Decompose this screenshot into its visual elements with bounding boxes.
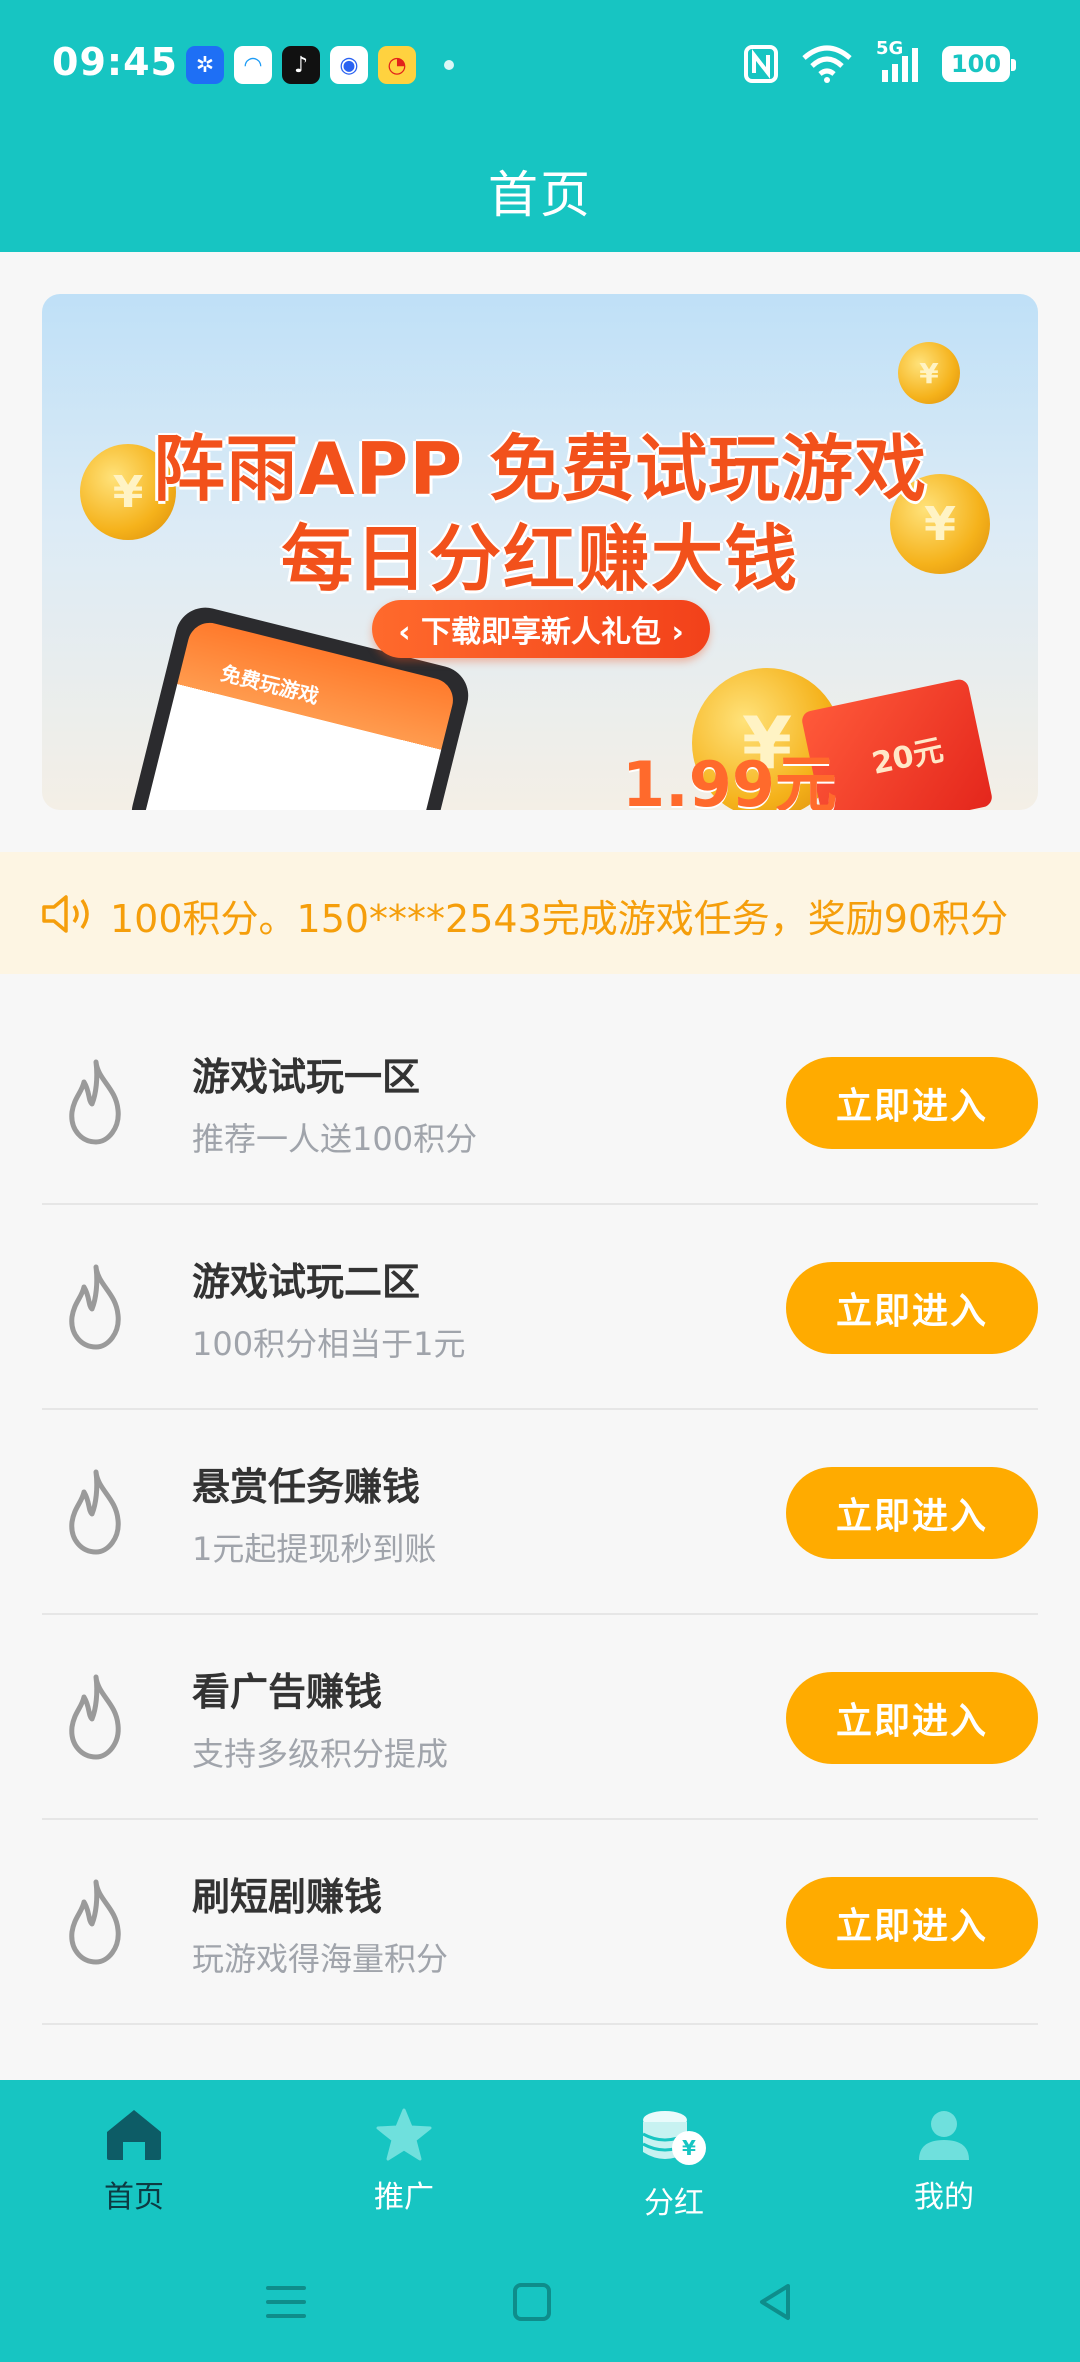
enter-button[interactable]: 立即进入 (786, 1262, 1038, 1354)
banner-amount: 1.99元 (622, 748, 837, 810)
home-icon (107, 2110, 161, 2160)
bottom-tab-bar: 首页 推广 ¥ 分红 我的 (0, 2080, 1080, 2362)
weibo-app-icon: ◔ (378, 46, 416, 84)
notification-dot (444, 60, 454, 70)
item-subtitle: 支持多级积分提成 (192, 1735, 449, 1773)
earning-list: 游戏试玩一区 推荐一人送100积分 立即进入 游戏试玩二区 100积分相当于1元… (42, 1000, 1038, 2025)
svg-text:¥: ¥ (682, 2136, 696, 2160)
tab-mine[interactable]: 我的 (844, 2108, 1044, 2258)
enter-button[interactable]: 立即进入 (786, 1672, 1038, 1764)
download-gift-pill[interactable]: ‹ 下载即享新人礼包 › (372, 600, 710, 658)
item-title: 刷短剧赚钱 (192, 1875, 383, 1919)
pinwheel-app-icon: ✲ (186, 46, 224, 84)
tab-home[interactable]: 首页 (34, 2108, 234, 2258)
tab-label: 分红 (644, 2186, 704, 2221)
qq-app-icon: ◠ (234, 46, 272, 84)
nfc-icon (744, 45, 778, 83)
enter-button[interactable]: 立即进入 (786, 1057, 1038, 1149)
status-time: 09:45 (52, 40, 178, 84)
fire-icon (69, 1059, 121, 1145)
promo-banner[interactable]: ¥ ¥ ¥ ¥ 20元 1.99元 免费玩游戏 阵雨APP 免费试玩游戏 每日分… (42, 294, 1038, 810)
item-title: 游戏试玩一区 (192, 1055, 421, 1099)
star-icon (376, 2108, 432, 2161)
wifi-icon (802, 45, 852, 83)
signal-5g-icon: 5G (876, 38, 920, 84)
item-subtitle: 1元起提现秒到账 (192, 1530, 437, 1568)
tab-promote[interactable]: 推广 (304, 2108, 504, 2258)
fire-icon (69, 1879, 121, 1965)
title-bar: 首页 (0, 130, 1080, 252)
gold-coin-icon: ¥ (898, 342, 960, 404)
back-triangle-icon[interactable] (754, 2280, 798, 2324)
user-icon (919, 2111, 969, 2160)
phone-screen-text: 免费玩游戏 (218, 660, 322, 709)
item-subtitle: 玩游戏得海量积分 (192, 1940, 449, 1978)
speaker-icon (42, 895, 89, 933)
menu-icon[interactable] (264, 2280, 308, 2324)
item-subtitle: 100积分相当于1元 (192, 1325, 466, 1363)
home-square-icon[interactable] (510, 2280, 554, 2324)
list-item[interactable]: 游戏试玩二区 100积分相当于1元 立即进入 (42, 1205, 1038, 1410)
tab-label: 首页 (104, 2180, 164, 2215)
tiktok-app-icon: ♪ (282, 46, 320, 84)
page-title: 首页 (488, 166, 592, 224)
list-item[interactable]: 游戏试玩一区 推荐一人送100积分 立即进入 (42, 1000, 1038, 1205)
fire-icon (69, 1469, 121, 1555)
browser-app-icon: ◉ (330, 46, 368, 84)
list-item[interactable]: 刷短剧赚钱 玩游戏得海量积分 立即进入 (42, 1820, 1038, 2025)
item-subtitle: 推荐一人送100积分 (192, 1120, 478, 1158)
status-indicators: 5G 100 (744, 38, 1016, 84)
tab-label: 我的 (914, 2180, 974, 2215)
coins-icon: ¥ (642, 2111, 706, 2165)
system-nav-bar (0, 2280, 1080, 2350)
notice-text: 100积分。150****2543完成游戏任务，奖励90积分 (110, 897, 1009, 941)
ticket-amount: 20元 (869, 732, 947, 782)
item-title: 悬赏任务赚钱 (192, 1465, 421, 1509)
fire-icon (69, 1674, 121, 1760)
tab-label: 推广 (374, 2180, 434, 2215)
item-title: 游戏试玩二区 (192, 1260, 421, 1304)
item-title: 看广告赚钱 (192, 1670, 383, 1714)
list-item[interactable]: 看广告赚钱 支持多级积分提成 立即进入 (42, 1615, 1038, 1820)
notice-marquee: 100积分。150****2543完成游戏任务，奖励90积分 (0, 852, 1080, 974)
list-item[interactable]: 悬赏任务赚钱 1元起提现秒到账 立即进入 (42, 1410, 1038, 1615)
battery-indicator: 100 (942, 46, 1016, 82)
status-app-icons: ✲ ◠ ♪ ◉ ◔ (186, 46, 454, 84)
tab-dividend[interactable]: ¥ 分红 (574, 2108, 774, 2258)
banner-subheadline: 每日分红赚大钱 (280, 517, 799, 601)
enter-button[interactable]: 立即进入 (786, 1877, 1038, 1969)
enter-button[interactable]: 立即进入 (786, 1467, 1038, 1559)
status-bar: 09:45 ✲ ◠ ♪ ◉ ◔ 5G 100 (0, 0, 1080, 130)
fire-icon (69, 1264, 121, 1350)
